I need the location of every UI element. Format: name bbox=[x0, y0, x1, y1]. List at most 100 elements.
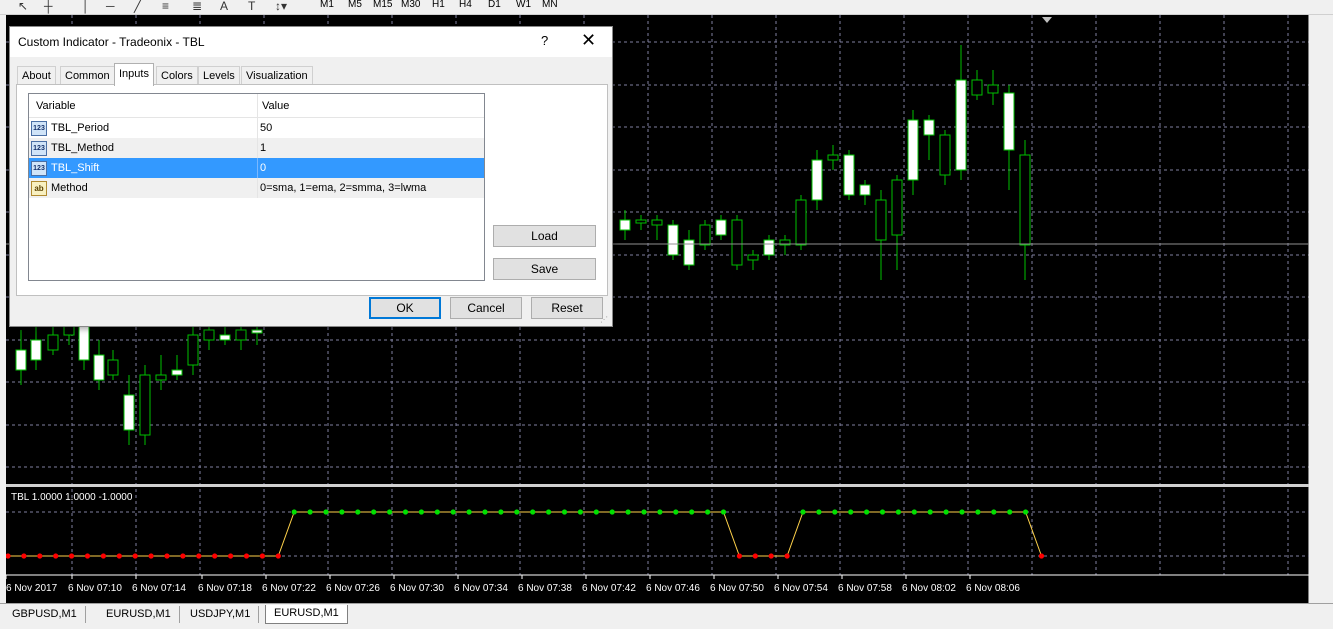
cancel-button[interactable]: Cancel bbox=[450, 297, 522, 319]
input-row-tbl-shift[interactable]: 123 TBL_Shift 0 bbox=[29, 158, 484, 178]
arrows-dropdown-icon[interactable]: ↕▾ bbox=[275, 0, 287, 13]
indicator-dot bbox=[609, 509, 615, 515]
indicator-dot bbox=[323, 509, 329, 515]
candle-body bbox=[763, 239, 775, 256]
text-label-icon[interactable]: T bbox=[248, 0, 255, 13]
indicator-dot bbox=[498, 509, 504, 515]
header-divider[interactable] bbox=[257, 94, 258, 117]
integer-type-icon: 123 bbox=[31, 121, 47, 136]
vertical-line-icon[interactable]: │ bbox=[82, 0, 90, 13]
symbol-tab-2[interactable]: USDJPY,M1 bbox=[182, 606, 260, 623]
resize-grip-icon[interactable]: ⋰ bbox=[600, 315, 608, 324]
horizontal-line-icon[interactable]: ─ bbox=[106, 0, 115, 13]
cursor-icon[interactable]: ↖ bbox=[18, 0, 28, 13]
indicator-dot bbox=[53, 553, 59, 559]
toolbar: ↖ ┼ │ ─ ╱ ≡ ≣ A T ↕▾ M1 M5 M15 M30 H1 H4 D1 W1 M… bbox=[0, 0, 1333, 15]
candle-body bbox=[123, 394, 135, 431]
candle-body bbox=[843, 154, 855, 196]
indicator-dot bbox=[800, 509, 806, 515]
candle-body bbox=[923, 119, 935, 136]
indicator-dot bbox=[720, 509, 727, 515]
tab-visualization[interactable]: Visualization bbox=[241, 66, 313, 85]
input-row-tbl-period[interactable]: 123 TBL_Period 50 bbox=[29, 118, 484, 138]
indicator-dot bbox=[784, 553, 790, 559]
help-button[interactable]: ? bbox=[541, 33, 548, 48]
candle-body bbox=[635, 219, 647, 224]
variable-value[interactable]: 1 bbox=[260, 138, 266, 158]
save-button[interactable]: Save bbox=[493, 258, 596, 280]
input-row-tbl-method[interactable]: 123 TBL_Method 1 bbox=[29, 138, 484, 158]
indicator-dot bbox=[879, 509, 886, 515]
fibonacci-icon[interactable]: ≣ bbox=[192, 0, 202, 13]
symbol-tab-3[interactable]: EURUSD,M1 bbox=[265, 605, 348, 624]
time-tick-label: 6 Nov 08:06 bbox=[966, 583, 1020, 594]
reset-button[interactable]: Reset bbox=[531, 297, 603, 319]
time-tick-label: 6 Nov 07:58 bbox=[838, 583, 892, 594]
indicator-dot bbox=[291, 509, 297, 515]
timeframe-m5[interactable]: M5 bbox=[348, 0, 362, 12]
candle-body bbox=[699, 224, 711, 246]
timeframe-h4[interactable]: H4 bbox=[459, 0, 472, 12]
time-tick-label: 6 Nov 07:38 bbox=[518, 583, 572, 594]
string-type-icon: ab bbox=[31, 181, 47, 196]
indicator-dot bbox=[148, 553, 154, 559]
indicator-dot bbox=[705, 509, 711, 515]
tab-inputs[interactable]: Inputs bbox=[114, 63, 154, 86]
indicator-dot bbox=[69, 553, 75, 559]
timeframe-m30[interactable]: M30 bbox=[401, 0, 420, 12]
inputs-grid: Variable Value 123 TBL_Period 50 123 TBL… bbox=[28, 93, 485, 281]
timeframe-mn[interactable]: MN bbox=[542, 0, 558, 12]
variable-value[interactable]: 0=sma, 1=ema, 2=smma, 3=lwma bbox=[260, 178, 426, 198]
timeframe-d1[interactable]: D1 bbox=[488, 0, 501, 12]
input-row-method[interactable]: ab Method 0=sma, 1=ema, 2=smma, 3=lwma bbox=[29, 178, 484, 198]
indicator-dot bbox=[593, 509, 599, 515]
candle-body bbox=[219, 334, 231, 341]
crosshair-icon[interactable]: ┼ bbox=[44, 0, 53, 13]
indicator-dot bbox=[895, 509, 902, 515]
time-tick-label: 6 Nov 07:30 bbox=[390, 583, 444, 594]
indicator-dot bbox=[848, 509, 854, 515]
candle-body bbox=[93, 354, 105, 381]
candle-body bbox=[987, 84, 999, 94]
tab-levels[interactable]: Levels bbox=[198, 66, 240, 85]
time-tick-label: 6 Nov 07:22 bbox=[262, 583, 316, 594]
indicator-dot bbox=[116, 553, 122, 559]
candle-body bbox=[875, 199, 887, 241]
variable-name: Method bbox=[51, 182, 88, 194]
header-variable[interactable]: Variable bbox=[36, 100, 76, 112]
variable-value[interactable]: 50 bbox=[260, 118, 272, 138]
candle-body bbox=[795, 199, 807, 246]
trendline-icon[interactable]: ╱ bbox=[134, 0, 141, 13]
tab-common[interactable]: Common bbox=[60, 66, 115, 85]
symbol-tab-0[interactable]: GBPUSD,M1 bbox=[4, 606, 86, 623]
indicator-dot bbox=[418, 509, 424, 515]
channel-icon[interactable]: ≡ bbox=[162, 0, 169, 13]
indicator-dot bbox=[736, 553, 743, 559]
indicator-dot bbox=[228, 553, 234, 559]
timeframe-h1[interactable]: H1 bbox=[432, 0, 445, 12]
timeframe-m15[interactable]: M15 bbox=[373, 0, 392, 12]
tab-colors[interactable]: Colors bbox=[156, 66, 198, 85]
candle-body bbox=[1019, 154, 1031, 246]
timeframe-w1[interactable]: W1 bbox=[516, 0, 531, 12]
header-value[interactable]: Value bbox=[262, 100, 289, 112]
dialog-titlebar: Custom Indicator - Tradeonix - TBL ? ✕ bbox=[10, 27, 612, 57]
indicator-dot bbox=[100, 553, 106, 559]
candle-body bbox=[203, 329, 215, 341]
indicator-line bbox=[8, 511, 1042, 557]
indicator-dot bbox=[259, 553, 265, 559]
indicator-dot bbox=[832, 509, 838, 515]
close-button[interactable]: ✕ bbox=[581, 30, 596, 50]
ok-button[interactable]: OK bbox=[369, 297, 441, 319]
variable-name: TBL_Method bbox=[51, 142, 114, 154]
inputs-panel: Variable Value 123 TBL_Period 50 123 TBL… bbox=[16, 84, 608, 296]
candle-body bbox=[619, 219, 631, 231]
timeframe-m1[interactable]: M1 bbox=[320, 0, 334, 12]
variable-value[interactable]: 0 bbox=[260, 158, 266, 178]
text-icon[interactable]: A bbox=[220, 0, 228, 13]
indicator-dot bbox=[371, 509, 377, 515]
load-button[interactable]: Load bbox=[493, 225, 596, 247]
indicator-dot bbox=[402, 509, 409, 515]
symbol-tab-1[interactable]: EURUSD,M1 bbox=[98, 606, 180, 623]
tab-about[interactable]: About bbox=[17, 66, 56, 85]
